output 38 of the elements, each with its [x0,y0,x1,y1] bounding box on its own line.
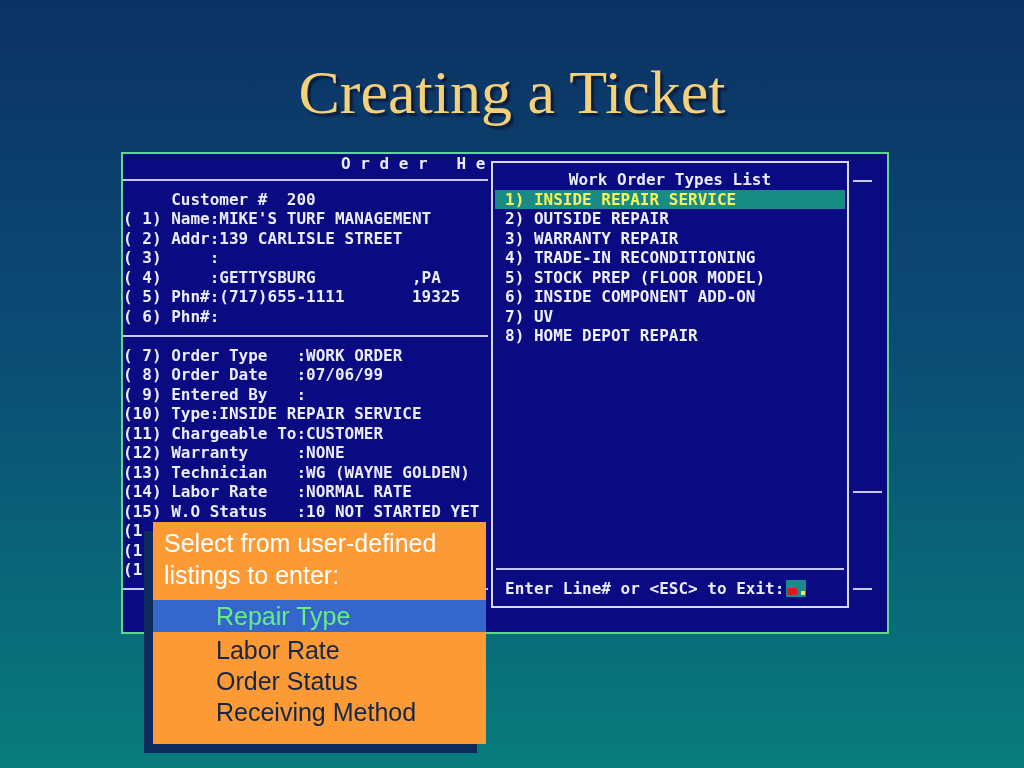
list-item[interactable]: 7) UV [495,306,845,326]
list-item[interactable]: 3) WARRANTY REPAIR [495,228,845,248]
field-line: (15) W.O Status :10 NOT STARTED YET [123,501,480,521]
field-line: (13) Technician :WG (WAYNE GOLDEN) [123,462,470,482]
field-line: ( 8) Order Date :07/06/99 [123,365,384,385]
slide-title: Creating a Ticket [298,57,726,128]
list-item[interactable]: 4) TRADE-IN RECONDITIONING [495,248,845,268]
field-line: ( 1) Name:MIKE'S TURF MANAGEMENT [123,209,432,229]
field-line: (10) Type:INSIDE REPAIR SERVICE [123,404,422,424]
list-item[interactable]: 5) STOCK PREP (FLOOR MODEL) [495,267,845,287]
popup-title: Work Order Types List [568,170,772,190]
field-line: ( 2) Addr:139 CARLISLE STREET [123,228,403,248]
line-number-field[interactable] [786,579,807,597]
list-item[interactable]: 1) INSIDE REPAIR SERVICE [495,189,845,209]
callout-item: Labor Rate [215,635,341,666]
screen-header: O r d e r H e [341,154,486,174]
field-line: (1 [123,540,143,560]
field-line: (1 [123,560,143,580]
callout-item: Receiving Method [215,697,418,728]
field-line: (1 [123,521,143,541]
prompt-text: Enter Line# or <ESC> to Exit: [505,578,785,598]
field-line: ( 7) Order Type :WORK ORDER [123,345,403,365]
field-line: (14) Labor Rate :NORMAL RATE [123,482,412,502]
customer-number: Customer # 200 [171,189,316,209]
field-line: ( 5) Phn#:(717)655-1111 19325 [123,287,461,307]
field-line: ( 3) : [123,248,220,268]
field-line: (12) Warranty :NONE [123,443,345,463]
field-line: ( 6) Phn#: [123,306,220,326]
callout-text: Select from user-defined listings to enter: [164,528,438,591]
list-item[interactable]: 2) OUTSIDE REPAIR [495,209,845,229]
list-item[interactable]: 6) INSIDE COMPONENT ADD-ON [495,287,845,307]
field-line: ( 9) Entered By : [123,384,307,404]
list-item[interactable]: 8) HOME DEPOT REPAIR [495,326,845,346]
field-line: (11) Chargeable To:CUSTOMER [123,423,384,443]
callout-item: Repair Type [153,600,486,632]
callout-item: Order Status [215,666,359,697]
field-line: ( 4) :GETTYSBURG ,PA [123,267,441,287]
cursor-icon [787,587,806,595]
